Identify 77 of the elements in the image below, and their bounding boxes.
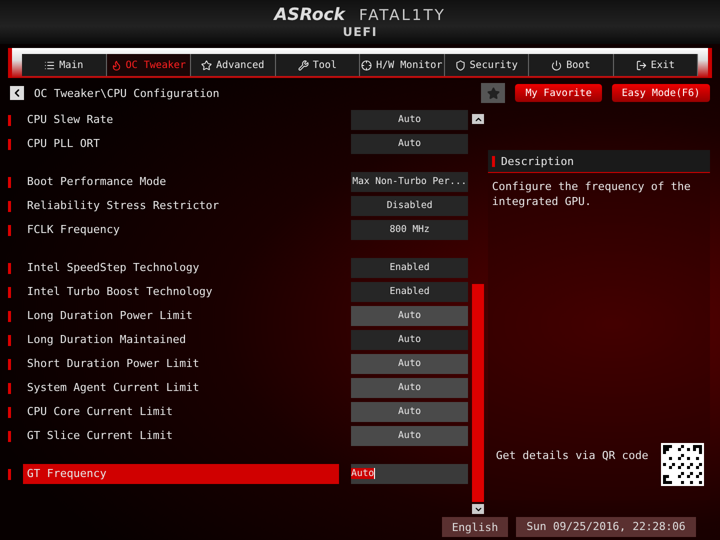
menu-tab[interactable]: Exit <box>614 54 698 76</box>
value-selector[interactable]: Max Non-Turbo Per... <box>351 172 468 192</box>
description-text: Configure the frequency of the integrated GPU. <box>492 179 692 210</box>
scroll-up-button[interactable] <box>472 114 484 124</box>
description-title: Description <box>501 154 574 168</box>
menu-tab[interactable]: Advanced <box>191 54 276 76</box>
setting-label[interactable]: Long Duration Power Limit <box>23 306 340 326</box>
setting-label[interactable]: GT Slice Current Limit <box>23 426 340 446</box>
scrollbar-thumb[interactable] <box>472 284 484 502</box>
setting-label[interactable]: CPU Core Current Limit <box>23 402 340 422</box>
row-marker <box>8 358 11 370</box>
row-marker <box>8 176 11 188</box>
value-field[interactable]: Auto <box>351 378 468 398</box>
value-selector[interactable]: Enabled <box>351 258 468 278</box>
qr-code-icon <box>661 443 704 486</box>
setting-label[interactable]: Reliability Stress Restrictor <box>23 196 340 216</box>
setting-label[interactable]: CPU Slew Rate <box>23 110 340 130</box>
value-field[interactable]: Auto <box>351 354 468 374</box>
row-marker <box>8 310 11 322</box>
my-favorite-button[interactable]: My Favorite <box>515 84 602 102</box>
menu-tab[interactable]: Security <box>444 54 529 76</box>
brand-logo: ASRock <box>274 5 345 25</box>
language-button[interactable]: English <box>442 517 508 537</box>
uefi-title: UEFI <box>342 25 378 39</box>
date-time: Sun 09/25/2016, 22:28:06 <box>516 517 696 537</box>
menu-tab[interactable]: Tool <box>276 54 360 76</box>
row-marker <box>8 406 11 418</box>
setting-label[interactable]: Intel SpeedStep Technology <box>23 258 340 278</box>
series-logo: FATAL1TY <box>358 6 446 24</box>
menu-tab[interactable]: OC Tweaker <box>106 54 191 76</box>
setting-label[interactable]: CPU PLL ORT <box>23 134 340 154</box>
breadcrumb: OC Tweaker\CPU Configuration <box>34 86 220 100</box>
setting-label[interactable]: System Agent Current Limit <box>23 378 340 398</box>
easy-mode-button[interactable]: Easy Mode(F6) <box>612 84 710 102</box>
flame-icon <box>110 60 122 70</box>
value-selector[interactable]: 800 MHz <box>351 220 468 240</box>
setting-label[interactable]: Long Duration Maintained <box>23 330 340 350</box>
row-marker <box>8 468 11 480</box>
value-field[interactable]: Auto <box>351 464 468 484</box>
star-icon <box>201 60 212 70</box>
favorite-star-button[interactable] <box>481 83 506 103</box>
row-marker <box>8 262 11 274</box>
setting-label[interactable]: GT Frequency <box>23 464 340 484</box>
row-marker <box>8 334 11 346</box>
setting-label[interactable]: Intel Turbo Boost Technology <box>23 282 340 302</box>
crosshair-icon <box>361 60 372 70</box>
setting-label[interactable]: Boot Performance Mode <box>23 172 340 192</box>
wrench-icon <box>298 60 309 70</box>
row-marker <box>8 138 11 150</box>
row-marker <box>8 430 11 442</box>
value-selector[interactable]: Disabled <box>351 196 468 216</box>
row-marker <box>8 286 11 298</box>
qr-hint: Get details via QR code <box>496 449 648 462</box>
setting-label[interactable]: FCLK Frequency <box>23 220 340 240</box>
power-icon <box>551 60 562 70</box>
star-icon <box>486 86 500 100</box>
menu-tab[interactable]: Boot <box>529 54 614 76</box>
scroll-down-button[interactable] <box>472 504 484 514</box>
menu-tab[interactable]: Main <box>22 54 106 76</box>
row-marker <box>8 114 11 126</box>
value-selector[interactable]: Auto <box>351 134 468 154</box>
value-selector[interactable]: Auto <box>351 110 468 130</box>
menu-tab[interactable]: H/W Monitor <box>360 54 444 76</box>
value-selector[interactable]: Auto <box>351 330 468 350</box>
value-field[interactable]: Auto <box>351 402 468 422</box>
back-button[interactable] <box>10 86 24 100</box>
value-field[interactable]: Auto <box>351 306 468 326</box>
value-field[interactable]: Auto <box>351 426 468 446</box>
exit-icon <box>636 60 647 70</box>
shield-icon <box>454 60 466 70</box>
header-marker <box>492 156 495 166</box>
list-icon <box>44 60 56 70</box>
setting-label[interactable]: Short Duration Power Limit <box>23 354 340 374</box>
value-selector[interactable]: Enabled <box>351 282 468 302</box>
row-marker <box>8 382 11 394</box>
row-marker <box>8 200 11 212</box>
row-marker <box>8 224 11 236</box>
